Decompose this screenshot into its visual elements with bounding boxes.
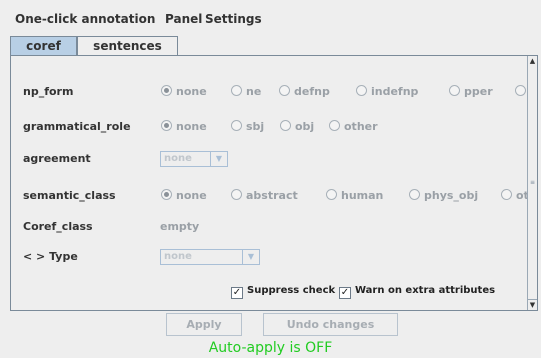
grammatical-role-label: grammatical_role [23, 120, 131, 133]
radio-selected-icon [161, 189, 172, 200]
vertical-scrollbar[interactable]: ▲ ≡ ▼ [527, 56, 537, 310]
semantic-class-row: semantic_class none abstract human phys_… [11, 186, 527, 206]
chevron-down-icon[interactable]: ▼ [242, 250, 259, 264]
type-combobox[interactable]: none ▼ [160, 249, 260, 265]
radio-icon [409, 189, 420, 200]
menu-one-click-annotation[interactable]: One-click annotation [15, 12, 155, 26]
menu-settings[interactable]: Settings [205, 12, 262, 26]
grammatical-role-radio-other[interactable]: other [329, 117, 378, 137]
radio-icon [501, 189, 512, 200]
np-form-label: np_form [23, 85, 74, 98]
radio-icon [231, 120, 242, 131]
checkmark-icon: ✓ [339, 287, 351, 299]
semantic-class-label: semantic_class [23, 189, 116, 202]
scroll-thumb[interactable]: ≡ [528, 66, 537, 300]
coref-class-row: Coref_class empty [11, 217, 527, 237]
coref-panel: np_form none ne defnp indefnp pper pp gr… [10, 55, 538, 311]
menu-bar: One-click annotation Panel Settings [0, 0, 541, 32]
radio-icon [279, 85, 290, 96]
options-row: ✓ Suppress check ✓ Warn on extra attribute… [11, 283, 527, 303]
agreement-value: none [164, 153, 192, 164]
tab-coref[interactable]: coref [10, 36, 77, 55]
semantic-class-radio-abstract[interactable]: abstract [231, 186, 298, 206]
type-row: < > Type none ▼ [11, 247, 527, 267]
radio-selected-icon [161, 120, 172, 131]
undo-changes-button[interactable]: Undo changes [263, 313, 398, 336]
grammatical-role-radio-none[interactable]: none [161, 117, 207, 137]
radio-icon [280, 120, 291, 131]
semantic-class-radio-other[interactable]: oth [501, 186, 527, 206]
radio-icon [515, 85, 526, 96]
radio-icon [449, 85, 460, 96]
grammatical-role-row: grammatical_role none sbj obj other [11, 117, 527, 137]
apply-button[interactable]: Apply [166, 313, 242, 336]
warn-extra-attributes-checkbox[interactable]: ✓ Warn on extra attributes [339, 283, 495, 299]
np-form-row: np_form none ne defnp indefnp pper pp [11, 82, 527, 102]
np-form-radio-defnp[interactable]: defnp [279, 82, 330, 102]
type-label: < > Type [23, 250, 78, 263]
grammatical-role-radio-obj[interactable]: obj [280, 117, 314, 137]
checkmark-icon: ✓ [231, 287, 243, 299]
agreement-combobox[interactable]: none ▼ [160, 151, 228, 167]
auto-apply-status: Auto-apply is OFF [208, 340, 333, 356]
radio-icon [231, 189, 242, 200]
menu-panel[interactable]: Panel [165, 12, 202, 26]
suppress-check-checkbox[interactable]: ✓ Suppress check [231, 283, 335, 299]
grammatical-role-radio-sbj[interactable]: sbj [231, 117, 264, 137]
np-form-radio-pp[interactable]: pp [515, 82, 527, 102]
radio-icon [356, 85, 367, 96]
np-form-radio-ne[interactable]: ne [231, 82, 261, 102]
np-form-radio-pper[interactable]: pper [449, 82, 493, 102]
radio-icon [329, 120, 340, 131]
semantic-class-radio-none[interactable]: none [161, 186, 207, 206]
np-form-radio-indefnp[interactable]: indefnp [356, 82, 418, 102]
type-value: none [164, 251, 192, 262]
radio-icon [231, 85, 242, 96]
radio-icon [326, 189, 337, 200]
coref-class-value: empty [160, 220, 200, 233]
radio-selected-icon [161, 85, 172, 96]
coref-class-label: Coref_class [23, 220, 93, 233]
chevron-down-icon[interactable]: ▼ [210, 152, 227, 166]
attribute-form: np_form none ne defnp indefnp pper pp gr… [11, 56, 527, 310]
semantic-class-radio-human[interactable]: human [326, 186, 383, 206]
tab-sentences[interactable]: sentences [77, 36, 178, 55]
agreement-label: agreement [23, 152, 91, 165]
agreement-row: agreement none ▼ [11, 149, 527, 169]
semantic-class-radio-phys-obj[interactable]: phys_obj [409, 186, 478, 206]
np-form-radio-none[interactable]: none [161, 82, 207, 102]
scroll-down-icon[interactable]: ▼ [528, 299, 537, 310]
